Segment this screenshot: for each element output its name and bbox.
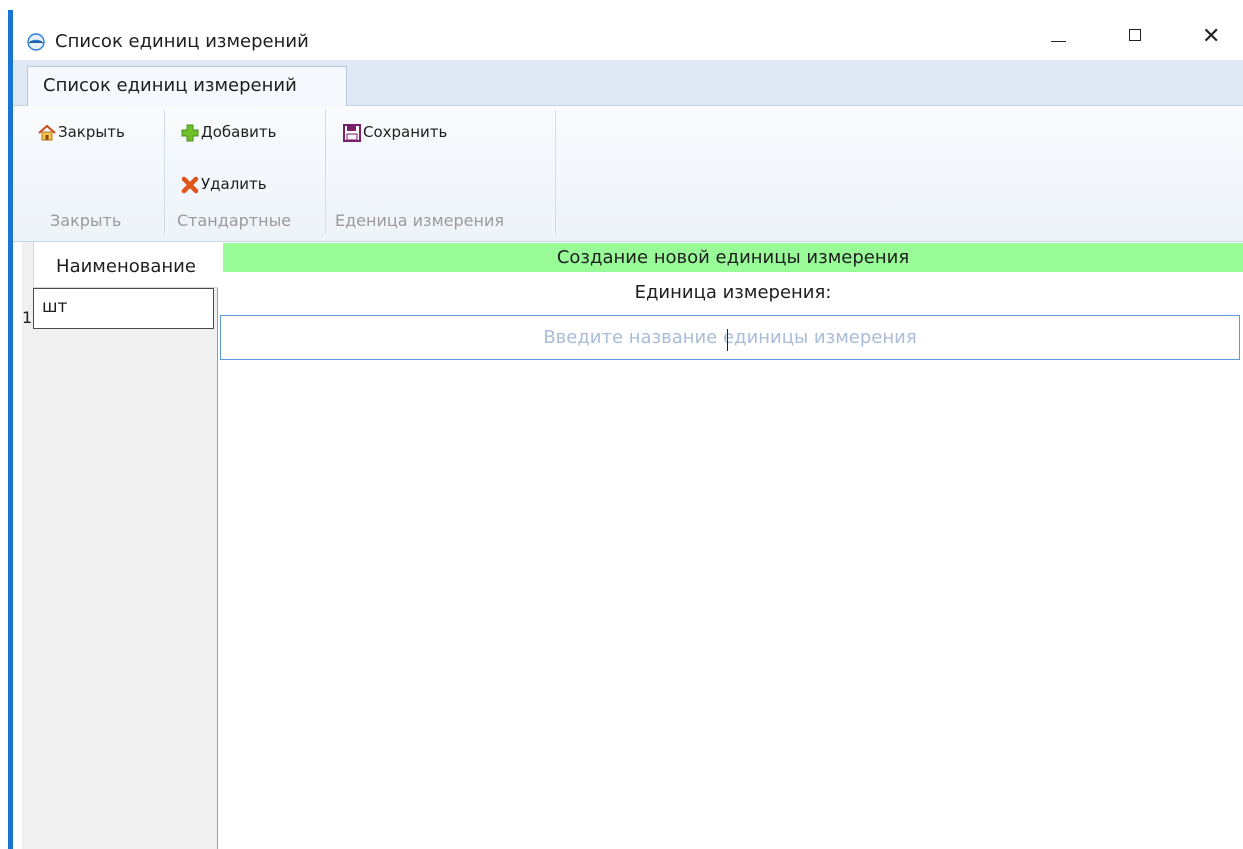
maximize-icon	[1129, 29, 1141, 41]
tab-units-list[interactable]: Список единиц измерений	[27, 66, 347, 107]
unit-field-label: Единица измерения:	[634, 282, 832, 303]
floppy-disk-icon	[343, 123, 361, 142]
ribbon-panel: Закрыть Закрыть Добавить Удалить Стандар…	[13, 106, 1243, 242]
red-x-icon	[181, 175, 199, 194]
add-button-label: Добавить	[201, 123, 277, 141]
group-separator	[164, 110, 165, 234]
window-title: Список единиц измерений	[55, 31, 309, 52]
units-grid: Наименование 1 шт	[22, 242, 218, 849]
minimize-button[interactable]	[1025, 20, 1083, 60]
delete-button-label: Удалить	[201, 175, 267, 193]
ribbon-tab-strip: Список единиц измерений	[13, 60, 1243, 107]
maximize-button[interactable]	[1106, 20, 1164, 60]
column-header-name[interactable]: Наименование	[33, 242, 218, 288]
unit-name-input[interactable]	[220, 315, 1240, 360]
home-icon	[38, 123, 56, 141]
group-separator	[325, 110, 326, 234]
save-button-label: Сохранить	[363, 123, 448, 141]
group-separator	[555, 110, 556, 234]
title-bar: Список единиц измерений ✕	[13, 10, 1243, 60]
close-window-button[interactable]: ✕	[1186, 20, 1243, 60]
text-caret	[727, 329, 728, 351]
close-icon: ✕	[1202, 24, 1221, 49]
group-label-standard: Стандартные	[177, 211, 292, 230]
editor-header-banner: Создание новой единицы измерения	[223, 243, 1243, 272]
group-label-close: Закрыть	[50, 211, 122, 230]
grid-cell-name[interactable]: шт	[33, 288, 214, 329]
freshway-logo-icon	[27, 33, 45, 51]
close-button-label: Закрыть	[58, 123, 125, 141]
units-window: Список единиц измерений ✕ Список единиц …	[13, 10, 1243, 849]
green-plus-icon	[181, 123, 199, 142]
minimize-icon	[1051, 41, 1066, 42]
outer-background	[0, 0, 8, 849]
group-label-unit: Еденица измерения	[335, 211, 504, 230]
row-number: 1	[22, 308, 33, 327]
